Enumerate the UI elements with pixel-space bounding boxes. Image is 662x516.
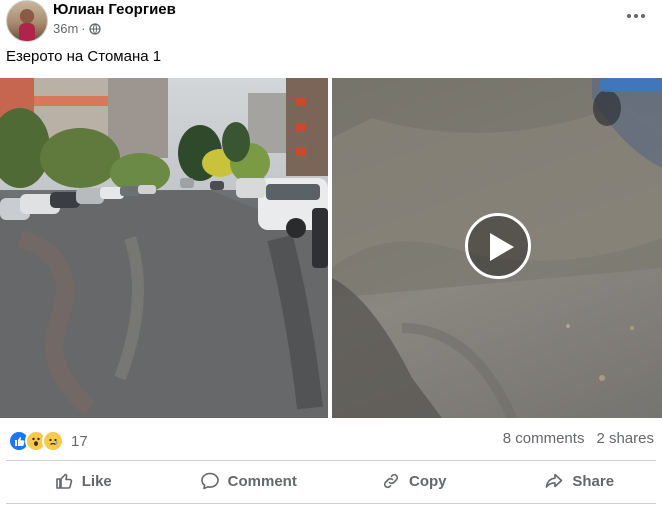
copy-button[interactable]: Copy <box>331 462 497 500</box>
action-bar: Like Comment Copy Share <box>0 462 662 500</box>
like-button[interactable]: Like <box>0 462 166 500</box>
copy-label: Copy <box>409 472 447 490</box>
divider <box>6 460 656 461</box>
reaction-count: 17 <box>71 432 88 450</box>
comment-icon <box>200 472 219 490</box>
play-icon <box>490 233 514 261</box>
comments-count[interactable]: 8 comments <box>503 430 585 447</box>
comment-button[interactable]: Comment <box>166 462 332 500</box>
meta-separator: · <box>81 21 86 36</box>
share-label: Share <box>572 472 615 490</box>
share-button[interactable]: Share <box>497 462 662 500</box>
link-icon <box>383 473 399 489</box>
divider <box>6 503 656 504</box>
play-button[interactable] <box>465 213 531 279</box>
like-label: Like <box>81 472 112 490</box>
more-options-icon[interactable] <box>624 8 648 24</box>
comment-label: Comment <box>227 472 297 490</box>
post-caption: Езерото на Стомана 1 <box>6 48 162 65</box>
author-name[interactable]: Юлиан Георгиев <box>53 1 176 18</box>
flooded-street-image <box>0 78 328 418</box>
thumbs-up-icon <box>55 473 72 489</box>
reactions-summary[interactable]: 17 <box>8 430 88 452</box>
post-stats: 8 comments 2 shares <box>503 430 654 447</box>
post-time[interactable]: 36m <box>53 21 78 36</box>
globe-icon[interactable] <box>88 22 101 35</box>
avatar[interactable] <box>6 0 48 42</box>
shares-count[interactable]: 2 shares <box>596 430 654 447</box>
post-meta: 36m · <box>53 21 101 36</box>
post-header: Юлиан Георгиев 36m · <box>0 0 662 44</box>
share-icon <box>546 473 563 488</box>
flooded-street-photo[interactable] <box>0 78 328 418</box>
post-media <box>0 78 662 418</box>
sad-icon <box>42 430 64 452</box>
